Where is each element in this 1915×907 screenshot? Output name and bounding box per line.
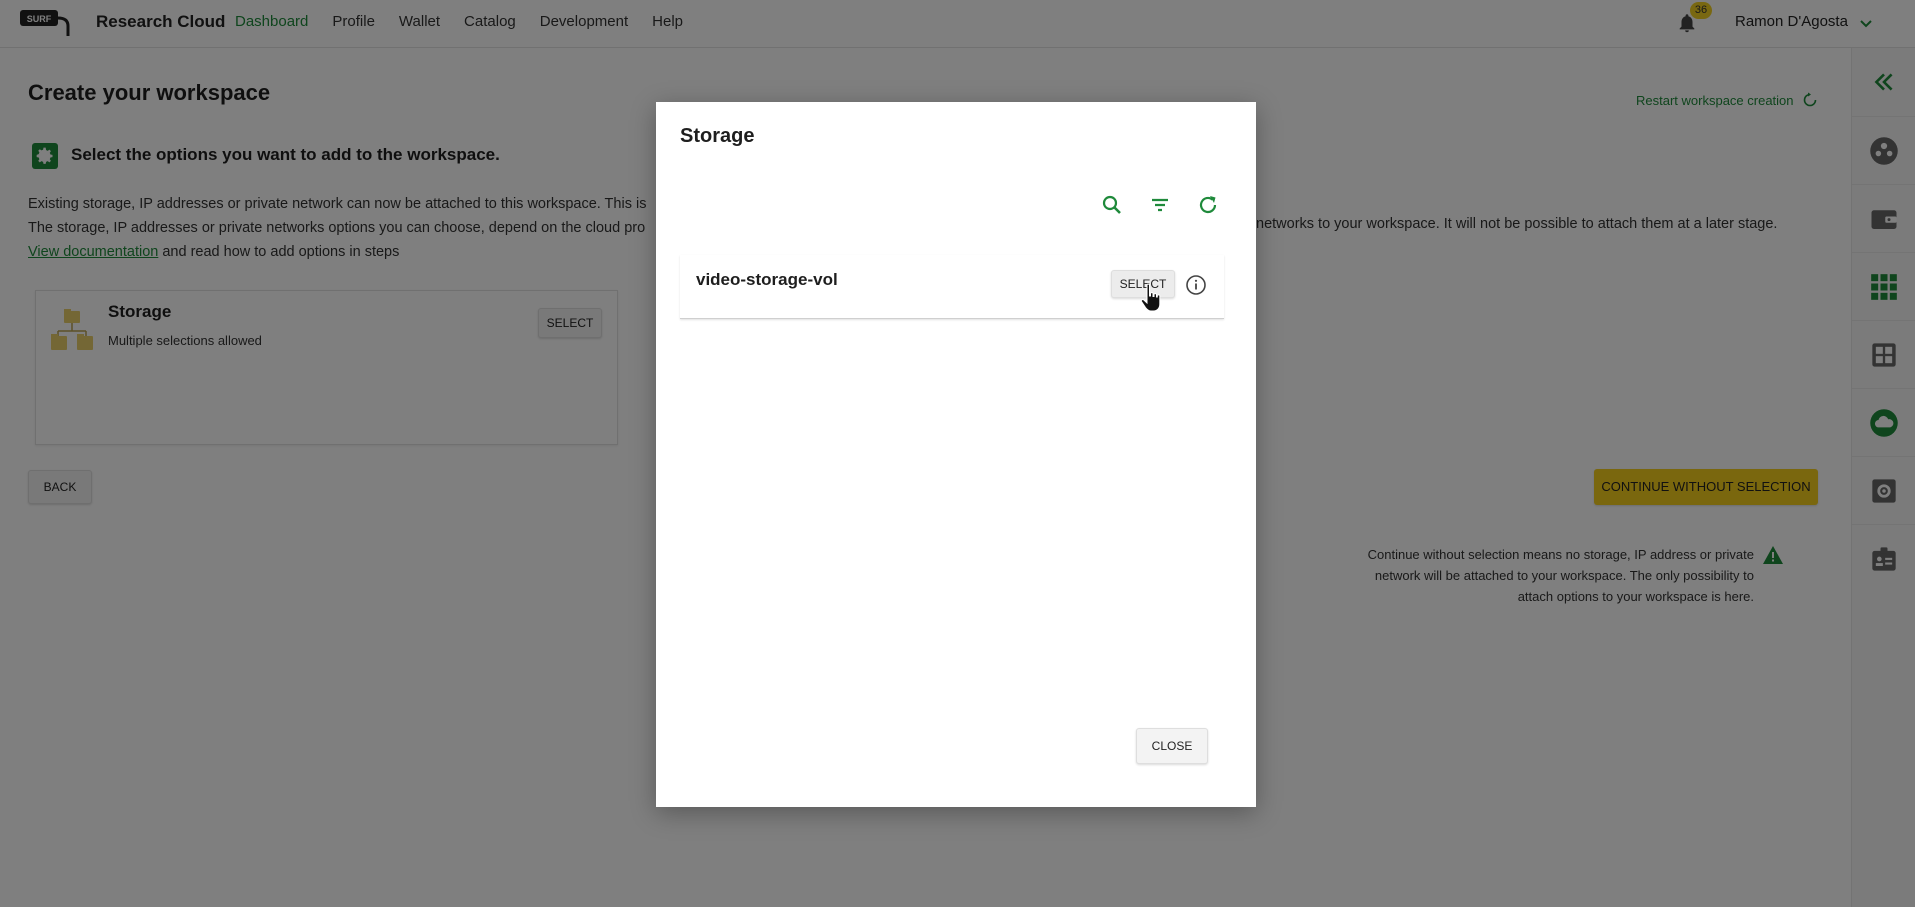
dialog-title: Storage [680, 125, 755, 147]
info-icon[interactable] [1185, 274, 1207, 296]
storage-item-name: video-storage-vol [696, 270, 838, 289]
close-button[interactable]: CLOSE [1136, 728, 1208, 764]
storage-dialog: Storage video-storage-vol SELECT CLOSE [656, 102, 1256, 807]
search-icon[interactable] [1100, 193, 1124, 217]
filter-icon[interactable] [1148, 193, 1172, 217]
hand-cursor-icon [1140, 283, 1161, 312]
refresh-icon[interactable] [1196, 193, 1220, 217]
